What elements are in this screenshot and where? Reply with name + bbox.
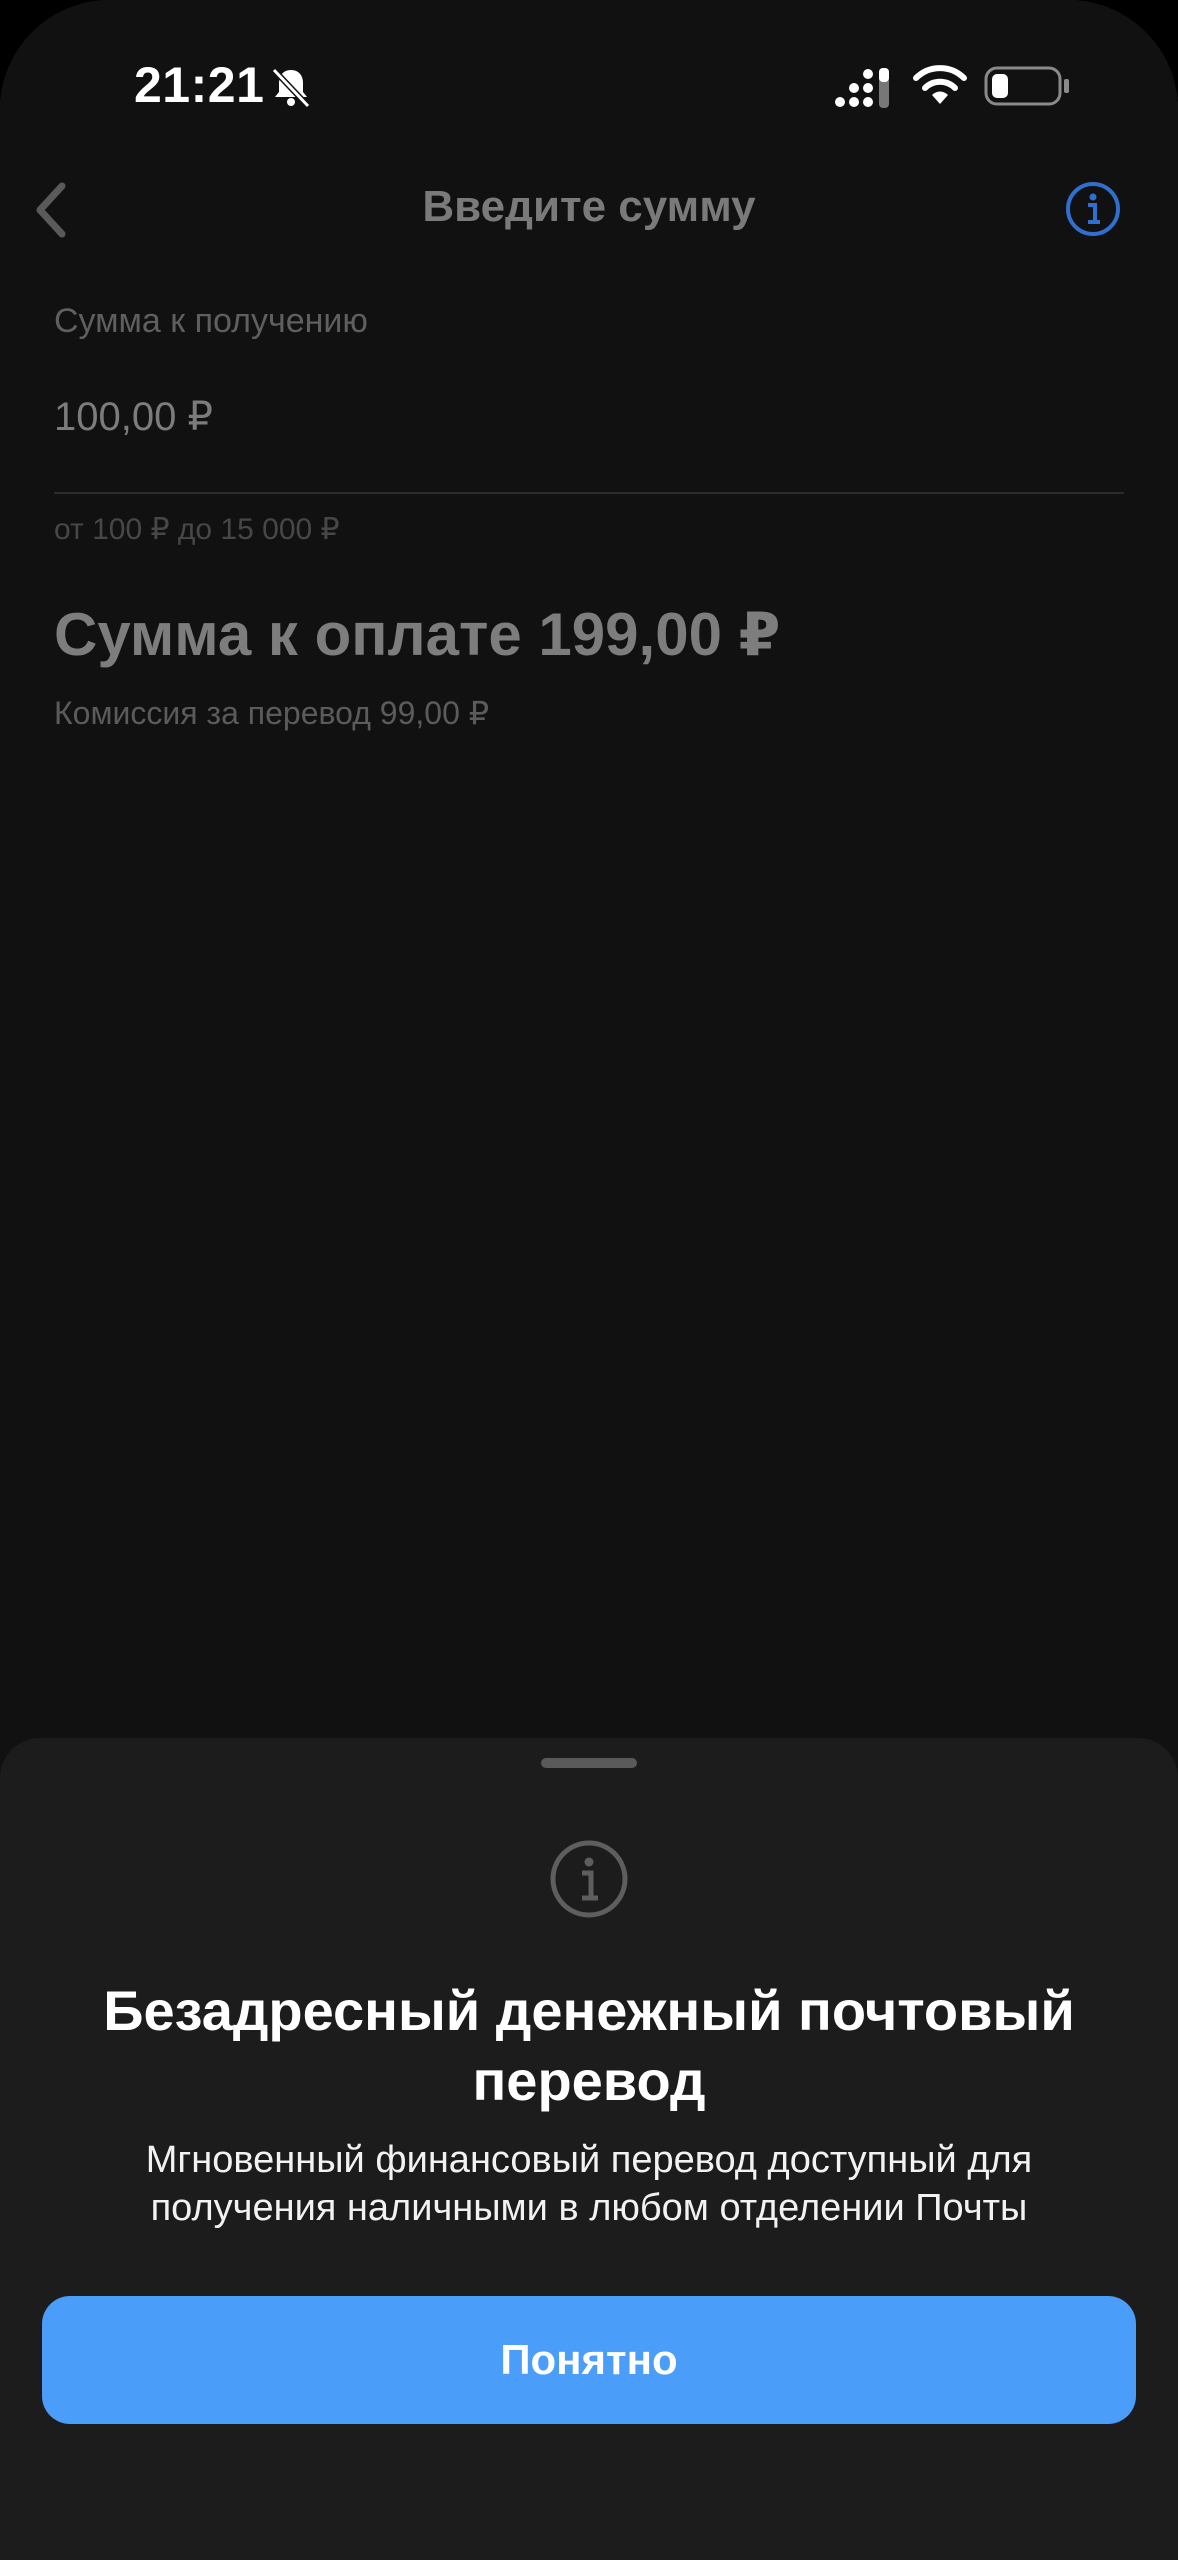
understood-button[interactable]: Понятно [42, 2296, 1136, 2424]
info-circle-icon[interactable] [1064, 180, 1122, 238]
total-amount: Сумма к оплате 199,00 ₽ [54, 601, 781, 668]
signal-icon [835, 68, 889, 108]
page-title: Введите сумму [422, 182, 756, 231]
commission-text: Комиссия за перевод 99,00 ₽ [54, 695, 490, 731]
status-time: 21:21 [134, 57, 265, 113]
amount-field-label: Сумма к получению [54, 302, 368, 340]
sheet-grabber[interactable] [541, 1758, 637, 1768]
bell-slash-icon [271, 67, 311, 109]
wifi-icon [913, 65, 967, 104]
battery-icon [984, 66, 1069, 106]
sheet-description: Мгновенный финансовый перевод доступный … [145, 2139, 1033, 2229]
amount-divider [54, 492, 1124, 494]
sheet-title: Безадресный денежный почтовый перевод [103, 1979, 1075, 2112]
phone-screen: 21:21 Введите сумму Сумма к получению 10… [0, 0, 1178, 2560]
info-bottom-sheet: Безадресный денежный почтовый перевод Мг… [0, 1738, 1178, 2560]
amount-input[interactable]: 100,00 ₽ [54, 394, 213, 440]
amount-range-hint: от 100 ₽ до 15 000 ₽ [54, 513, 340, 546]
info-circle-icon [550, 1840, 628, 1918]
